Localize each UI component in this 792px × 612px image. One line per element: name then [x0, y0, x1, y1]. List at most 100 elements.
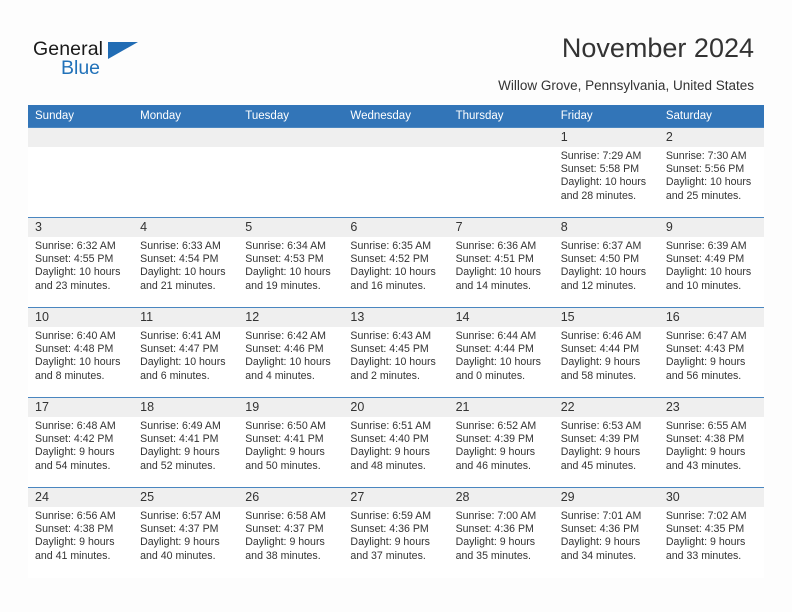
- calendar-day-cell[interactable]: 25 Sunrise: 6:57 AM Sunset: 4:37 PM Dayligh…: [133, 487, 239, 578]
- page-subtitle-location: Willow Grove, Pennsylvania, United State…: [498, 78, 754, 93]
- day-number: 4: [133, 218, 239, 237]
- calendar-day-cell[interactable]: 12 Sunrise: 6:42 AM Sunset: 4:46 PM Dayligh…: [238, 307, 344, 398]
- calendar-day-cell[interactable]: 13 Sunrise: 6:43 AM Sunset: 4:45 PM Dayligh…: [343, 307, 449, 398]
- day-number: 14: [448, 308, 554, 327]
- sunrise-text: Sunrise: 7:02 AM: [665, 510, 747, 522]
- calendar-day-cell[interactable]: 3 Sunrise: 6:32 AM Sunset: 4:55 PM Daylight…: [28, 217, 134, 308]
- day-sun-info: Sunrise: 6:48 AM Sunset: 4:42 PM Daylight:…: [28, 417, 133, 473]
- calendar-day-cell[interactable]: 28 Sunrise: 7:00 AM Sunset: 4:36 PM Dayligh…: [448, 487, 554, 578]
- day-number: 10: [28, 308, 134, 327]
- sunset-text: Sunset: 4:39 PM: [560, 433, 640, 446]
- day-number: 11: [133, 308, 239, 327]
- calendar-day-cell[interactable]: 4 Sunrise: 6:33 AM Sunset: 4:54 PM Daylight…: [133, 217, 239, 308]
- daylight-text: Daylight: 10 hours and 25 minutes.: [665, 176, 752, 202]
- daylight-text: Daylight: 10 hours and 21 minutes.: [140, 266, 226, 292]
- daylight-text: Daylight: 9 hours and 54 minutes.: [35, 446, 115, 472]
- sunset-text: Sunset: 4:41 PM: [140, 433, 219, 446]
- calendar-day-cell[interactable]: 9 Sunrise: 6:39 AM Sunset: 4:49 PM Daylight…: [658, 217, 764, 308]
- sunset-text: Sunset: 4:46 PM: [245, 343, 324, 356]
- calendar-day-cell[interactable]: 27 Sunrise: 6:59 AM Sunset: 4:36 PM Dayligh…: [343, 487, 449, 578]
- day-number: 6: [343, 218, 449, 237]
- day-number: [343, 128, 449, 147]
- calendar-day-cell[interactable]: 22 Sunrise: 6:53 AM Sunset: 4:39 PM Dayligh…: [553, 397, 659, 488]
- weekday-header-friday: Friday: [553, 105, 659, 128]
- daylight-text: Daylight: 9 hours and 58 minutes.: [560, 356, 641, 382]
- calendar-day-cell[interactable]: 5 Sunrise: 6:34 AM Sunset: 4:53 PM Daylight…: [238, 217, 344, 308]
- day-sun-info: Sunrise: 7:01 AM Sunset: 4:36 PM Daylight:…: [554, 507, 659, 563]
- calendar-week-row: 17 Sunrise: 6:48 AM Sunset: 4:42 PM Dayligh…: [28, 397, 764, 488]
- day-number: 2: [658, 128, 764, 147]
- calendar-day-cell[interactable]: 14 Sunrise: 6:44 AM Sunset: 4:44 PM Dayligh…: [448, 307, 554, 398]
- logo-text-blue: Blue: [61, 57, 101, 79]
- sunrise-text: Sunrise: 6:47 AM: [665, 330, 747, 342]
- day-number: 24: [28, 488, 134, 507]
- weekday-header-row: Sunday Monday Tuesday Wednesday Thursday…: [28, 105, 764, 128]
- calendar-day-cell[interactable]: 29 Sunrise: 7:01 AM Sunset: 4:36 PM Dayligh…: [553, 487, 659, 578]
- sunset-text: Sunset: 4:48 PM: [35, 343, 114, 356]
- calendar-day-cell[interactable]: 8 Sunrise: 6:37 AM Sunset: 4:50 PM Daylight…: [553, 217, 659, 308]
- calendar-week-row: 3 Sunrise: 6:32 AM Sunset: 4:55 PM Daylight…: [28, 217, 764, 308]
- calendar-day-cell-empty: [238, 127, 344, 218]
- sunset-text: Sunset: 4:54 PM: [140, 253, 219, 266]
- daylight-text: Daylight: 9 hours and 38 minutes.: [245, 536, 325, 562]
- calendar-day-cell[interactable]: 18 Sunrise: 6:49 AM Sunset: 4:41 PM Dayligh…: [133, 397, 239, 488]
- day-number: 18: [133, 398, 239, 417]
- sunset-text: Sunset: 5:56 PM: [665, 163, 745, 176]
- sunrise-text: Sunrise: 6:48 AM: [35, 420, 116, 432]
- sunset-text: Sunset: 4:38 PM: [665, 433, 745, 446]
- daylight-text: Daylight: 10 hours and 12 minutes.: [560, 266, 647, 292]
- day-sun-info: Sunrise: 7:02 AM Sunset: 4:35 PM Daylight:…: [659, 507, 764, 563]
- sunset-text: Sunset: 4:36 PM: [455, 523, 534, 536]
- sunrise-text: Sunrise: 6:43 AM: [350, 330, 432, 342]
- general-blue-logo[interactable]: General Blue: [33, 38, 153, 84]
- sunset-text: Sunset: 4:38 PM: [35, 523, 114, 536]
- sunrise-text: Sunrise: 6:56 AM: [35, 510, 116, 522]
- weekday-header-wednesday: Wednesday: [343, 105, 449, 128]
- daylight-text: Daylight: 10 hours and 16 minutes.: [350, 266, 436, 292]
- sunrise-text: Sunrise: 6:32 AM: [35, 240, 116, 252]
- calendar-day-cell[interactable]: 11 Sunrise: 6:41 AM Sunset: 4:47 PM Dayligh…: [133, 307, 239, 398]
- weekday-header-sunday: Sunday: [28, 105, 134, 128]
- calendar-week-row: 1 Sunrise: 7:29 AM Sunset: 5:58 PM Daylight…: [28, 127, 764, 218]
- sunrise-text: Sunrise: 6:44 AM: [455, 330, 537, 342]
- day-number: 17: [28, 398, 134, 417]
- day-sun-info: Sunrise: 7:30 AM Sunset: 5:56 PM Daylight:…: [659, 147, 764, 203]
- calendar-day-cell[interactable]: 7 Sunrise: 6:36 AM Sunset: 4:51 PM Daylight…: [448, 217, 554, 308]
- day-sun-info: Sunrise: 6:33 AM Sunset: 4:54 PM Daylight:…: [133, 237, 238, 293]
- sunset-text: Sunset: 4:37 PM: [140, 523, 219, 536]
- calendar-day-cell[interactable]: 10 Sunrise: 6:40 AM Sunset: 4:48 PM Dayligh…: [28, 307, 134, 398]
- calendar-day-cell[interactable]: 26 Sunrise: 6:58 AM Sunset: 4:37 PM Dayligh…: [238, 487, 344, 578]
- sunset-text: Sunset: 4:49 PM: [665, 253, 745, 266]
- daylight-text: Daylight: 10 hours and 19 minutes.: [245, 266, 331, 292]
- sunrise-text: Sunrise: 7:30 AM: [665, 150, 747, 162]
- sunrise-text: Sunrise: 6:39 AM: [665, 240, 747, 252]
- weekday-header-tuesday: Tuesday: [238, 105, 344, 128]
- sunset-text: Sunset: 4:52 PM: [350, 253, 429, 266]
- sunrise-text: Sunrise: 6:58 AM: [245, 510, 326, 522]
- calendar-header-row-group: Sunday Monday Tuesday Wednesday Thursday…: [28, 105, 764, 128]
- daylight-text: Daylight: 9 hours and 33 minutes.: [665, 536, 746, 562]
- calendar-day-cell[interactable]: 1 Sunrise: 7:29 AM Sunset: 5:58 PM Daylight…: [553, 127, 659, 218]
- page-header: General Blue November 2024 Willow Grove,…: [0, 0, 792, 100]
- calendar-day-cell[interactable]: 16 Sunrise: 6:47 AM Sunset: 4:43 PM Dayligh…: [658, 307, 764, 398]
- calendar-day-cell[interactable]: 24 Sunrise: 6:56 AM Sunset: 4:38 PM Dayligh…: [28, 487, 134, 578]
- calendar-day-cell[interactable]: 17 Sunrise: 6:48 AM Sunset: 4:42 PM Dayligh…: [28, 397, 134, 488]
- sunrise-text: Sunrise: 6:36 AM: [455, 240, 537, 252]
- calendar-day-cell[interactable]: 19 Sunrise: 6:50 AM Sunset: 4:41 PM Dayligh…: [238, 397, 344, 488]
- sunset-text: Sunset: 4:40 PM: [350, 433, 429, 446]
- calendar-day-cell[interactable]: 23 Sunrise: 6:55 AM Sunset: 4:38 PM Dayligh…: [658, 397, 764, 488]
- day-number: 21: [448, 398, 554, 417]
- sunset-text: Sunset: 4:51 PM: [455, 253, 534, 266]
- day-sun-info: Sunrise: 6:43 AM Sunset: 4:45 PM Daylight:…: [343, 327, 448, 383]
- calendar-day-cell[interactable]: 20 Sunrise: 6:51 AM Sunset: 4:40 PM Dayligh…: [343, 397, 449, 488]
- daylight-text: Daylight: 9 hours and 48 minutes.: [350, 446, 430, 472]
- calendar-day-cell[interactable]: 2 Sunrise: 7:30 AM Sunset: 5:56 PM Daylight…: [658, 127, 764, 218]
- daylight-text: Daylight: 10 hours and 2 minutes.: [350, 356, 436, 382]
- sunrise-text: Sunrise: 6:51 AM: [350, 420, 432, 432]
- calendar-day-cell[interactable]: 30 Sunrise: 7:02 AM Sunset: 4:35 PM Dayligh…: [658, 487, 764, 578]
- calendar-day-cell[interactable]: 15 Sunrise: 6:46 AM Sunset: 4:44 PM Dayligh…: [553, 307, 659, 398]
- calendar-day-cell[interactable]: 21 Sunrise: 6:52 AM Sunset: 4:39 PM Dayligh…: [448, 397, 554, 488]
- day-number: 25: [133, 488, 239, 507]
- calendar-day-cell[interactable]: 6 Sunrise: 6:35 AM Sunset: 4:52 PM Daylight…: [343, 217, 449, 308]
- daylight-text: Daylight: 9 hours and 56 minutes.: [665, 356, 746, 382]
